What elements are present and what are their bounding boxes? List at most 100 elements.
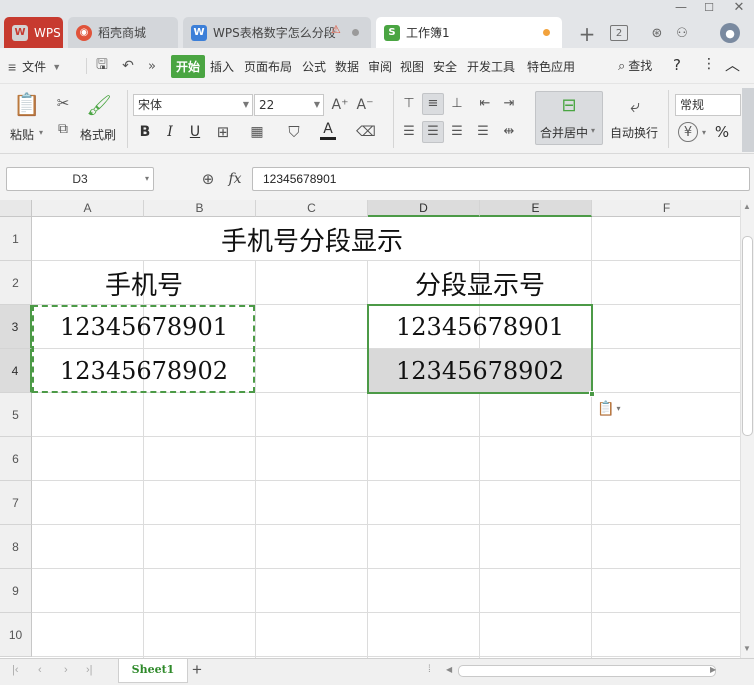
close-window-icon[interactable]: ✕ (730, 0, 748, 15)
row-header-2[interactable]: 2 (0, 261, 32, 305)
cell-d2-header[interactable]: 分段显示号 (368, 261, 592, 305)
cut-icon[interactable]: ✂ (54, 94, 72, 112)
scroll-left-icon[interactable]: ◀ (446, 665, 452, 674)
function-icon[interactable]: fx (225, 169, 245, 189)
tab-wps-home[interactable]: W WPS (4, 17, 63, 48)
fill-pattern-icon[interactable]: ▦ (247, 122, 267, 142)
align-top-icon[interactable]: ⊤ (400, 94, 418, 112)
scroll-right-icon[interactable]: ▶ (710, 665, 716, 674)
select-all-corner[interactable] (0, 200, 32, 217)
paste-options-button[interactable]: 📋 ▾ (597, 400, 620, 417)
vertical-scrollbar[interactable]: ▲ ▼ (740, 200, 754, 658)
bold-icon[interactable]: B (136, 122, 154, 142)
align-middle-icon[interactable]: ≡ (424, 94, 442, 112)
minimize-icon[interactable]: — (672, 0, 690, 14)
column-header-d[interactable]: D (368, 200, 480, 217)
number-format-select[interactable]: 常规 (675, 94, 741, 116)
save-icon[interactable]: 🖫 (92, 56, 112, 76)
font-name-select[interactable]: 宋体 ▼ (133, 94, 253, 116)
menu-page-layout[interactable]: 页面布局 (244, 58, 292, 75)
skin-icon[interactable]: ⊛ (648, 24, 666, 42)
clear-format-icon[interactable]: ⌫ (356, 122, 376, 142)
menu-special[interactable]: 特色应用 (527, 58, 575, 75)
align-center-icon[interactable]: ☰ (424, 122, 442, 140)
italic-icon[interactable]: I (161, 122, 179, 142)
file-menu[interactable]: ≡ 文件 ▼ (8, 58, 61, 75)
fill-handle[interactable] (589, 391, 595, 397)
column-header-c[interactable]: C (256, 200, 368, 217)
align-right-icon[interactable]: ☰ (448, 122, 466, 140)
menu-security[interactable]: 安全 (433, 58, 457, 75)
justify-icon[interactable]: ☰ (474, 122, 492, 140)
scroll-up-icon[interactable]: ▲ (743, 202, 751, 211)
close-tab-icon[interactable] (352, 29, 359, 36)
scroll-down-icon[interactable]: ▼ (743, 644, 751, 653)
menu-developer[interactable]: 开发工具 (467, 58, 515, 75)
undo-icon[interactable]: ↶ (118, 56, 138, 76)
row-header-9[interactable]: 9 (0, 569, 32, 613)
column-header-f[interactable]: F (592, 200, 740, 217)
formula-input[interactable]: 12345678901 (252, 167, 750, 191)
menu-insert[interactable]: 插入 (210, 58, 234, 75)
avatar[interactable]: ● (720, 23, 740, 43)
tab-workbook[interactable]: S 工作簿1 (376, 17, 562, 48)
column-header-e[interactable]: E (480, 200, 592, 217)
distribute-icon[interactable]: ⇹ (500, 122, 518, 140)
vertical-scroll-thumb[interactable] (742, 236, 753, 436)
underline-icon[interactable]: U (186, 122, 204, 142)
border-icon[interactable]: ⊞ (213, 122, 233, 142)
row-header-10[interactable]: 10 (0, 613, 32, 657)
row-header-1[interactable]: 1 (0, 217, 32, 261)
sheet-tab-sheet1[interactable]: Sheet1 (118, 659, 188, 683)
menu-data[interactable]: 数据 (335, 58, 359, 75)
tab-count-badge[interactable]: 2 (610, 25, 628, 41)
cell-a1-title[interactable]: 手机号分段显示 (32, 217, 592, 261)
zoom-icon[interactable]: ⊕ (198, 169, 218, 189)
align-bottom-icon[interactable]: ⊥ (448, 94, 466, 112)
chevron-down-icon[interactable]: ▾ (699, 122, 709, 142)
column-header-a[interactable]: A (32, 200, 144, 217)
add-sheet-icon[interactable]: + (192, 660, 202, 680)
menu-formulas[interactable]: 公式 (302, 58, 326, 75)
font-size-select[interactable]: 22 ▼ (254, 94, 324, 116)
decrease-font-icon[interactable]: A⁻ (355, 94, 375, 116)
increase-indent-icon[interactable]: ⇥ (500, 94, 518, 112)
name-box[interactable]: D3 ▾ (6, 167, 154, 191)
paste-button[interactable]: 📋 粘贴 ▾ (8, 90, 48, 148)
percent-icon[interactable]: % (712, 122, 732, 142)
collapse-ribbon-icon[interactable]: ︿ (725, 54, 740, 75)
help-icon[interactable]: ? (673, 56, 681, 74)
more-chevron-icon[interactable]: » (144, 56, 160, 76)
last-sheet-icon[interactable]: ›| (86, 664, 93, 676)
row-header-3[interactable]: 3 (0, 305, 32, 349)
horizontal-scroll-thumb[interactable] (458, 665, 716, 677)
new-tab-plus-icon[interactable]: + (574, 22, 600, 46)
cell-a2-header[interactable]: 手机号 (32, 261, 256, 305)
increase-font-icon[interactable]: A⁺ (330, 94, 350, 116)
menu-review[interactable]: 审阅 (368, 58, 392, 75)
menu-home[interactable]: 开始 (171, 55, 206, 78)
row-header-8[interactable]: 8 (0, 525, 32, 569)
ribbon-scroll-strip[interactable] (742, 88, 754, 152)
tab-docer[interactable]: ◉ 稻壳商城 (68, 17, 178, 48)
fill-color-icon[interactable]: ⛉ (284, 122, 304, 142)
shirt-icon[interactable]: ⚇ (673, 24, 691, 42)
next-sheet-icon[interactable]: › (64, 664, 68, 676)
row-header-7[interactable]: 7 (0, 481, 32, 525)
font-color-icon[interactable]: A (320, 120, 336, 140)
maximize-icon[interactable]: ☐ (700, 0, 718, 14)
tab-split-handle-icon[interactable]: ⁞ (428, 664, 431, 675)
row-header-6[interactable]: 6 (0, 437, 32, 481)
menu-view[interactable]: 视图 (400, 58, 424, 75)
format-painter-button[interactable]: 🖌 格式刷 (80, 90, 120, 148)
currency-icon[interactable]: ¥ (678, 122, 698, 142)
column-header-b[interactable]: B (144, 200, 256, 217)
wrap-text-button[interactable]: ⤶ 自动换行 (608, 91, 662, 145)
copy-icon[interactable]: ⧉ (54, 120, 72, 138)
tab-wps-article[interactable]: W WPS表格数字怎么分段 ⚠ (183, 17, 371, 48)
more-options-icon[interactable]: ⋮ (702, 56, 716, 72)
row-header-4[interactable]: 4 (0, 349, 32, 393)
align-left-icon[interactable]: ☰ (400, 122, 418, 140)
row-header-5[interactable]: 5 (0, 393, 32, 437)
first-sheet-icon[interactable]: |‹ (12, 664, 19, 676)
